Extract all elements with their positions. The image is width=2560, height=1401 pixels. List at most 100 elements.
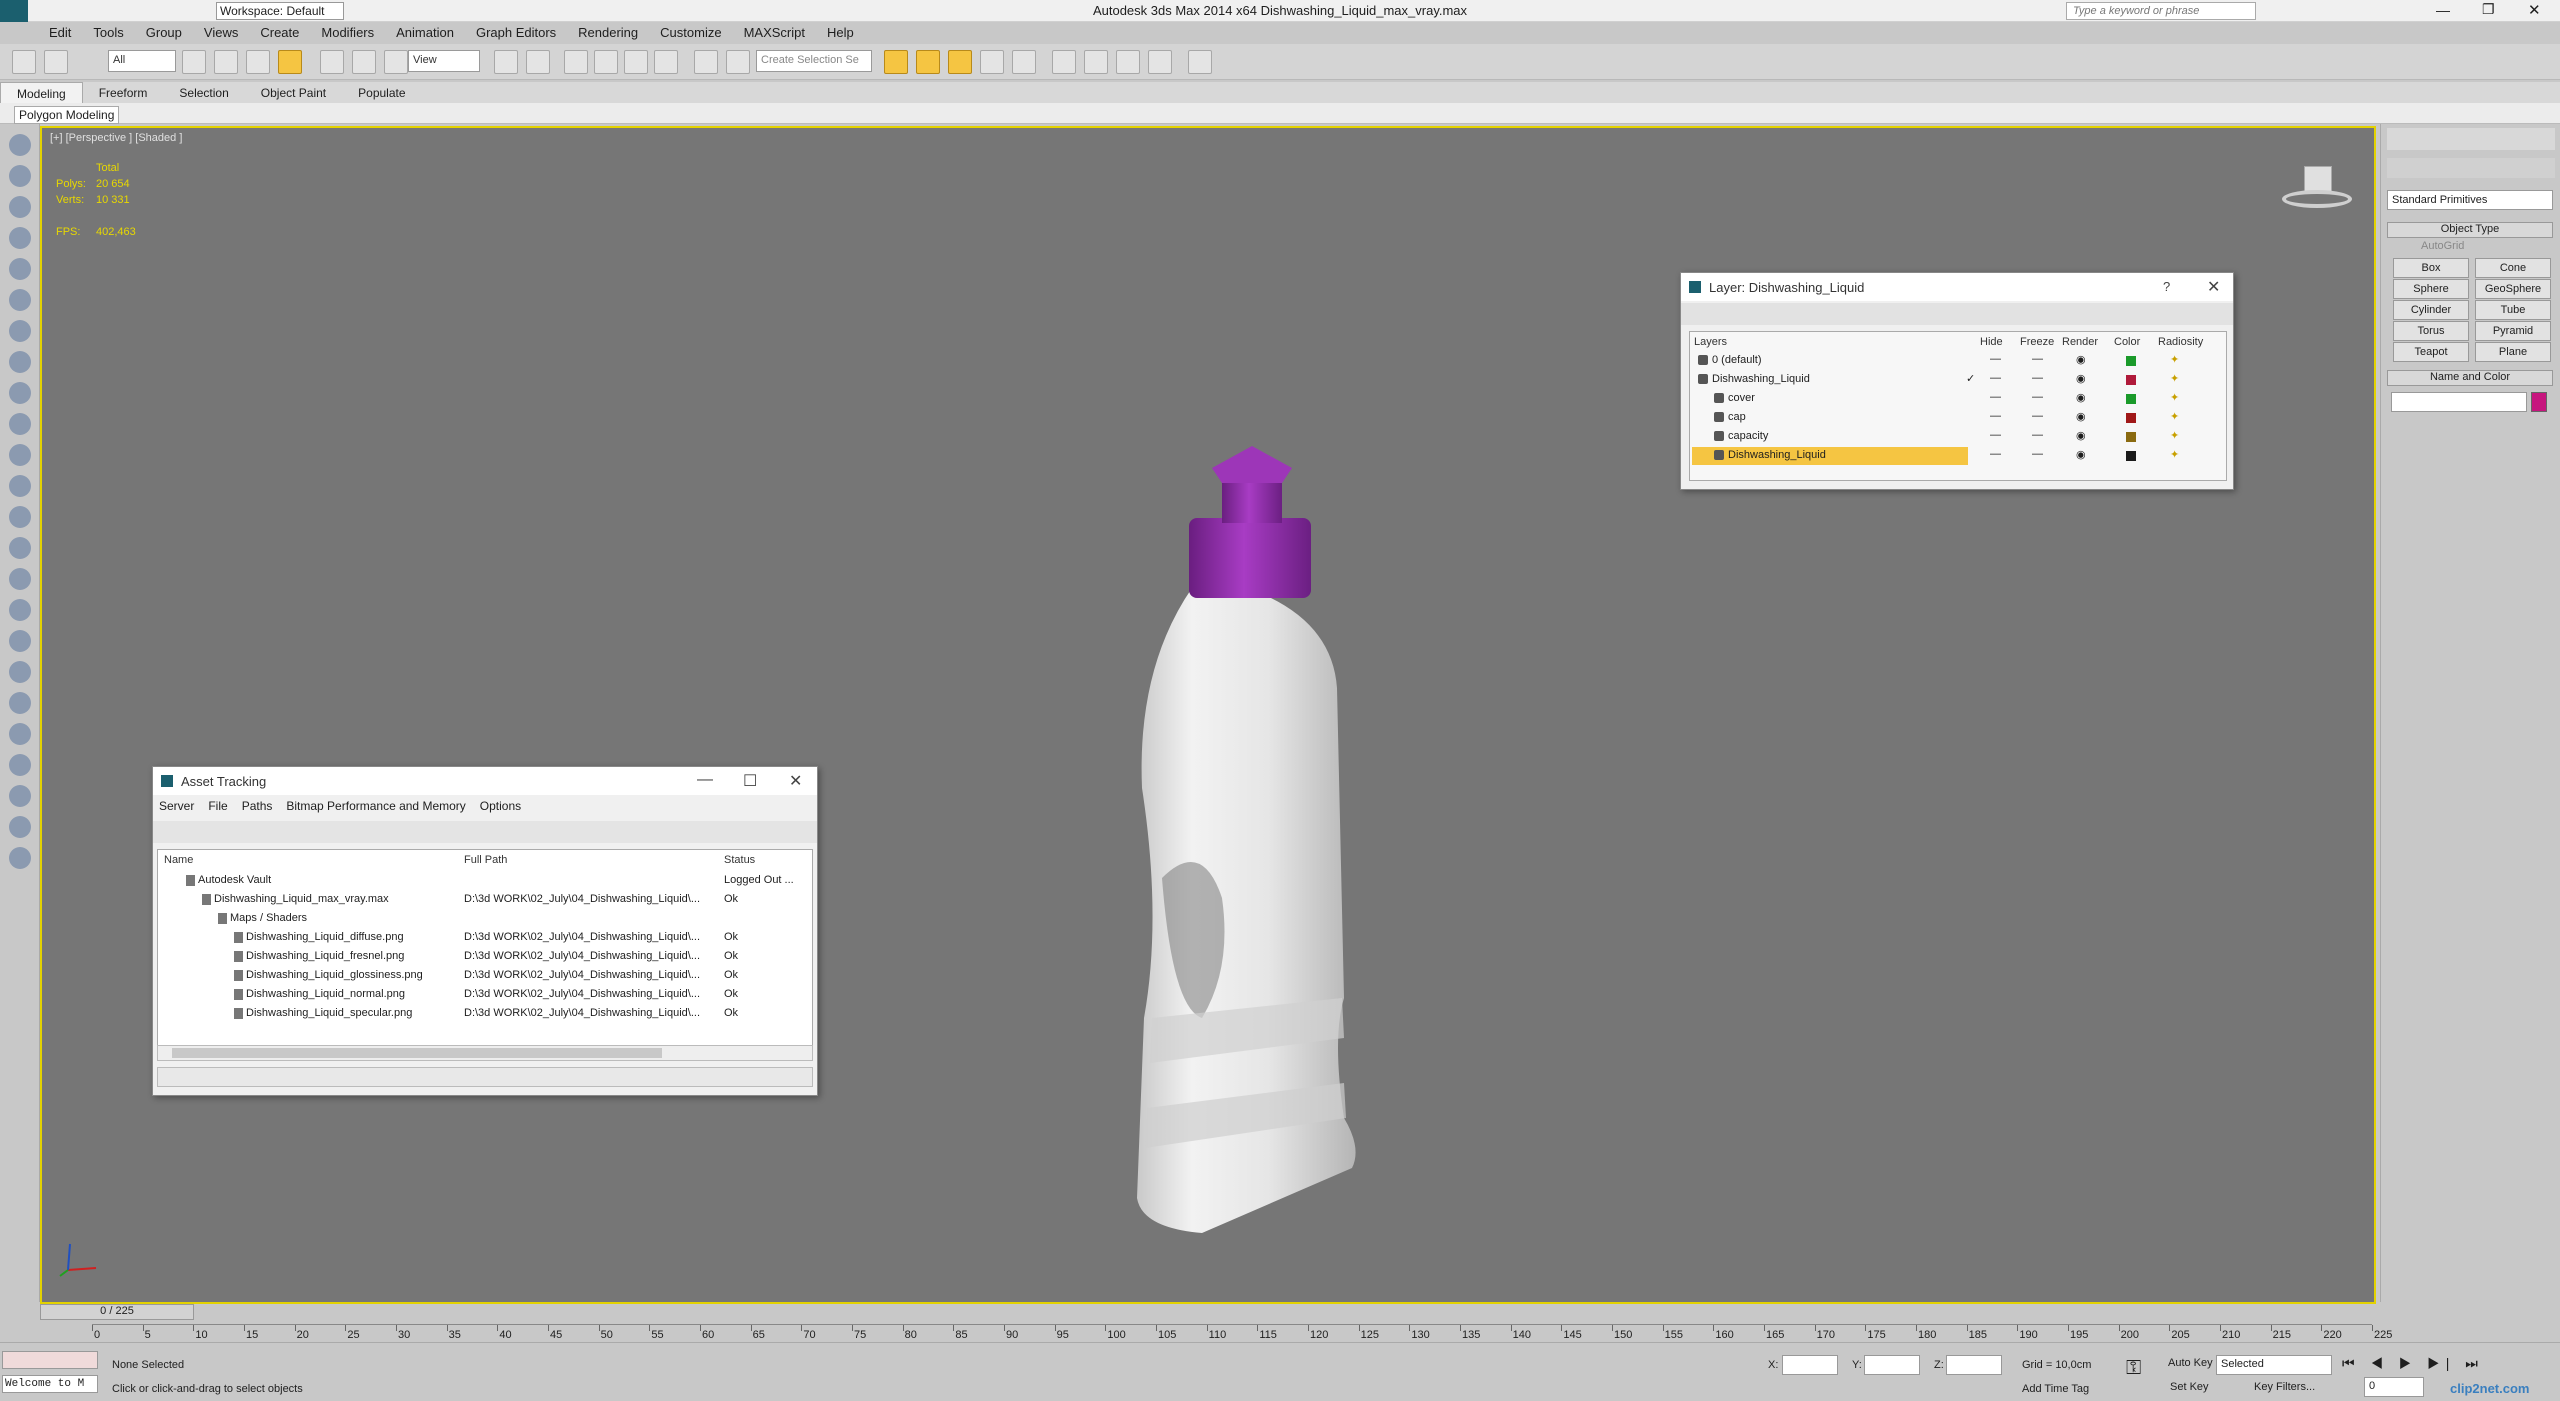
toolbar-button-20[interactable]	[948, 50, 972, 74]
asset-row[interactable]: Dishwashing_Liquid_max_vray.max D:\3d WOR…	[158, 891, 812, 909]
primitive-box-button[interactable]: Box	[2393, 258, 2469, 278]
polygon-modeling-tab[interactable]: Polygon Modeling	[14, 106, 120, 124]
layer-color-swatch[interactable]	[2126, 394, 2136, 404]
asset-row[interactable]: Dishwashing_Liquid_fresnel.png D:\3d WORK…	[158, 948, 812, 966]
freeze-toggle[interactable]: —	[2032, 372, 2043, 384]
toolbar-button-12[interactable]	[564, 50, 588, 74]
primitive-torus-button[interactable]: Torus	[2393, 321, 2469, 341]
layer-name[interactable]: 0 (default)	[1712, 354, 1762, 366]
menu-animation[interactable]: Animation	[387, 22, 463, 44]
selection-filter-dropdown[interactable]: All	[108, 50, 176, 72]
layer-row[interactable]: capacity — — ◉ ✦	[1690, 428, 2226, 446]
layer-row[interactable]: cover — — ◉ ✦	[1690, 390, 2226, 408]
reference-coordinate-dropdown[interactable]: View	[408, 50, 480, 72]
layer-window-titlebar[interactable]: Layer: Dishwashing_Liquid ? ✕	[1681, 273, 2233, 301]
left-tool-icon-24[interactable]	[9, 847, 31, 869]
z-coord-field[interactable]	[1946, 1355, 2002, 1375]
left-tool-icon-4[interactable]	[9, 227, 31, 249]
freeze-toggle[interactable]: —	[2032, 448, 2043, 460]
layer-name[interactable]: cap	[1728, 411, 1746, 423]
toolbar-button-21[interactable]	[980, 50, 1004, 74]
maximize-icon[interactable]: ❐	[2482, 1, 2495, 18]
layer-row[interactable]: Dishwashing_Liquid — — ◉ ✦	[1690, 447, 2226, 465]
key-filters-button[interactable]: Key Filters...	[2254, 1381, 2315, 1393]
layer-name[interactable]: capacity	[1728, 430, 1768, 442]
radiosity-icon[interactable]: ✦	[2170, 410, 2179, 423]
auto-key-button[interactable]: Auto Key	[2168, 1357, 2213, 1369]
primitive-plane-button[interactable]: Plane	[2475, 342, 2551, 362]
y-coord-field[interactable]	[1864, 1355, 1920, 1375]
ribbon-tab-freeform[interactable]: Freeform	[83, 82, 164, 103]
asset-menu-options[interactable]: Options	[480, 799, 521, 817]
autogrid-checkbox[interactable]: AutoGrid	[2421, 240, 2464, 252]
toolbar-button-3[interactable]	[182, 50, 206, 74]
asset-minimize-icon[interactable]: —	[697, 771, 713, 789]
primitive-cone-button[interactable]: Cone	[2475, 258, 2551, 278]
layer-color-swatch[interactable]	[2126, 356, 2136, 366]
left-tool-icon-3[interactable]	[9, 196, 31, 218]
radiosity-icon[interactable]: ✦	[2170, 429, 2179, 442]
toolbar-button-9[interactable]	[384, 50, 408, 74]
search-input[interactable]: Type a keyword or phrase	[2066, 2, 2256, 20]
radiosity-icon[interactable]: ✦	[2170, 353, 2179, 366]
freeze-toggle[interactable]: —	[2032, 353, 2043, 365]
toolbar-button-15[interactable]	[654, 50, 678, 74]
left-tool-icon-5[interactable]	[9, 258, 31, 280]
freeze-toggle[interactable]: —	[2032, 391, 2043, 403]
layer-name[interactable]: Dishwashing_Liquid	[1728, 449, 1826, 461]
x-coord-field[interactable]	[1782, 1355, 1838, 1375]
asset-menu-server[interactable]: Server	[159, 799, 194, 817]
left-tool-icon-1[interactable]	[9, 134, 31, 156]
menu-edit[interactable]: Edit	[40, 22, 80, 44]
radiosity-icon[interactable]: ✦	[2170, 391, 2179, 404]
left-tool-icon-16[interactable]	[9, 599, 31, 621]
toolbar-button-18[interactable]	[884, 50, 908, 74]
toolbar-button-19[interactable]	[916, 50, 940, 74]
left-tool-icon-15[interactable]	[9, 568, 31, 590]
help-icon[interactable]: ?	[2163, 279, 2170, 294]
close-icon[interactable]: ✕	[2528, 1, 2541, 19]
bottle-model[interactable]	[1082, 318, 1382, 1238]
primitive-pyramid-button[interactable]: Pyramid	[2475, 321, 2551, 341]
playback-controls[interactable]: ⏮ ◀ ▶ ▶| ⏭	[2342, 1355, 2484, 1372]
menu-maxscript[interactable]: MAXScript	[735, 22, 814, 44]
current-frame-field[interactable]: 0	[2364, 1377, 2424, 1397]
hide-toggle[interactable]: —	[1990, 448, 2001, 460]
left-tool-icon-10[interactable]	[9, 413, 31, 435]
left-tool-icon-7[interactable]	[9, 320, 31, 342]
menu-modifiers[interactable]: Modifiers	[312, 22, 383, 44]
radiosity-icon[interactable]: ✦	[2170, 448, 2179, 461]
asset-row[interactable]: Maps / Shaders	[158, 910, 812, 928]
asset-tracking-window[interactable]: Asset Tracking — ☐ ✕ Server File Paths Bitm…	[152, 766, 818, 1096]
render-toggle-icon[interactable]: ◉	[2076, 372, 2086, 385]
maxscript-mini-red[interactable]	[2, 1351, 98, 1369]
toolbar-button-4[interactable]	[214, 50, 238, 74]
object-color-swatch[interactable]	[2531, 392, 2547, 412]
render-toggle-icon[interactable]: ◉	[2076, 410, 2086, 423]
layer-color-swatch[interactable]	[2126, 451, 2136, 461]
toolbar-button-11[interactable]	[526, 50, 550, 74]
primitive-cylinder-button[interactable]: Cylinder	[2393, 300, 2469, 320]
key-icon[interactable]: ⚿	[2126, 1357, 2141, 1380]
asset-row[interactable]: Dishwashing_Liquid_glossiness.png D:\3d W…	[158, 967, 812, 985]
time-slider[interactable]: 0 / 225	[40, 1304, 194, 1320]
toolbar-button-10[interactable]	[494, 50, 518, 74]
render-toggle-icon[interactable]: ◉	[2076, 353, 2086, 366]
toolbar-button-8[interactable]	[352, 50, 376, 74]
toolbar-button-25[interactable]	[1116, 50, 1140, 74]
layer-current-check[interactable]: ✓	[1966, 372, 1975, 385]
layer-color-swatch[interactable]	[2126, 375, 2136, 385]
toolbar-button-13[interactable]	[594, 50, 618, 74]
menu-graph-editors[interactable]: Graph Editors	[467, 22, 565, 44]
asset-menu-file[interactable]: File	[208, 799, 227, 817]
toolbar-button-16[interactable]	[694, 50, 718, 74]
toolbar-button-23[interactable]	[1052, 50, 1076, 74]
left-tool-icon-19[interactable]	[9, 692, 31, 714]
timeline-ruler[interactable]: 0 5 10 15 20 25 30 35 40 45 50 55 60 65 70 75 80 85 90 95 10…	[92, 1324, 2392, 1342]
viewcube-icon[interactable]	[2282, 166, 2352, 210]
named-selection-set-dropdown[interactable]: Create Selection Se	[756, 50, 872, 72]
left-tool-icon-2[interactable]	[9, 165, 31, 187]
asset-row[interactable]: Dishwashing_Liquid_diffuse.png D:\3d WORK…	[158, 929, 812, 947]
timeline[interactable]: 0 / 225 0 5 10 15 20 25 30 35 40 45 50 55 60 65 70 75 80…	[40, 1304, 2392, 1342]
asset-horizontal-scrollbar[interactable]	[157, 1045, 813, 1061]
